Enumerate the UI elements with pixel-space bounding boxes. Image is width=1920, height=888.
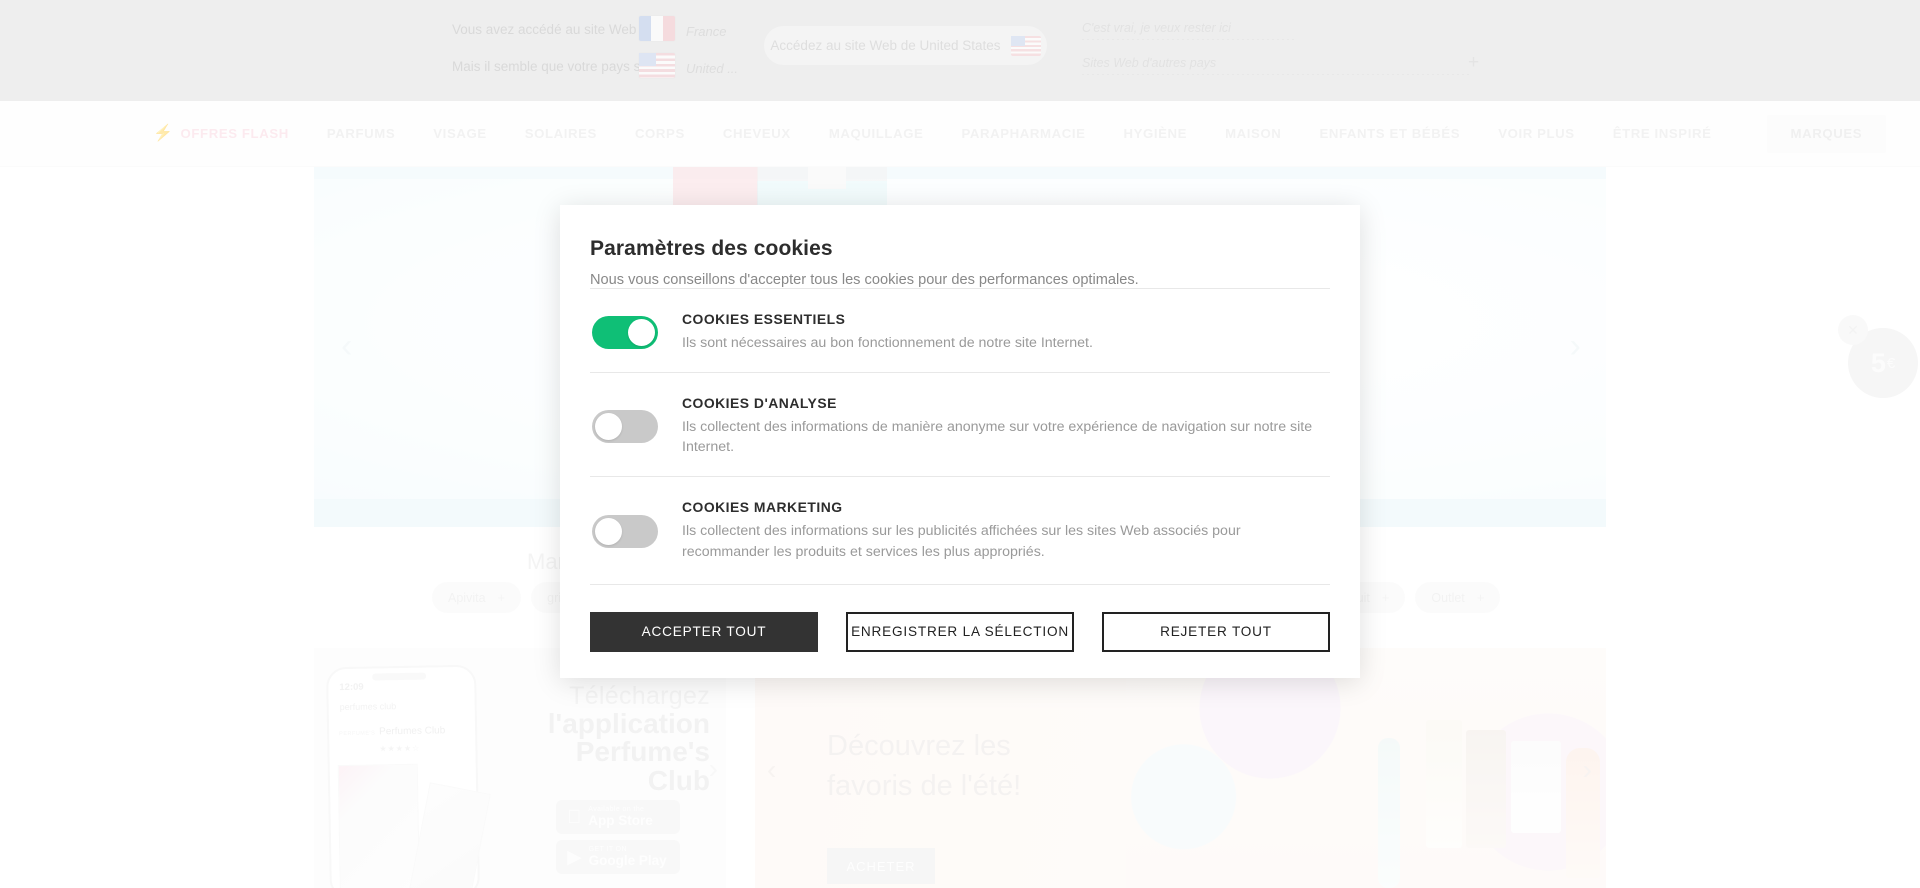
toggle-knob <box>595 517 622 545</box>
cookie-title-analytics: COOKIES D'ANALYSE <box>682 395 837 412</box>
toggle-cookies-essential[interactable] <box>592 316 658 350</box>
save-selection-button[interactable]: ENREGISTRER LA SÉLECTION <box>846 611 1074 652</box>
cookie-row-marketing: COOKIES MARKETING Ils collectent des inf… <box>590 476 1330 580</box>
accept-all-button[interactable]: ACCEPTER TOUT <box>590 611 818 652</box>
toggle-cookies-analytics[interactable] <box>592 410 658 444</box>
cookie-description-analytics: Ils collectent des informations de maniè… <box>682 419 1313 456</box>
cookie-description-essential: Ils sont nécessaires au bon fonctionneme… <box>682 335 1093 351</box>
cookie-description-marketing: Ils collectent des informations sur les … <box>682 523 1241 560</box>
cookie-row-essential: COOKIES ESSENTIELS Ils sont nécessaires … <box>590 288 1330 372</box>
toggle-knob <box>595 413 622 441</box>
reject-all-button[interactable]: REJETER TOUT <box>1102 611 1330 652</box>
page-root: Vous avez accédé au site Web de Mais il … <box>0 0 1920 888</box>
toggle-knob <box>628 319 655 347</box>
toggle-cookies-marketing[interactable] <box>592 514 658 548</box>
cookie-title-essential: COOKIES ESSENTIELS <box>682 311 846 327</box>
cookie-settings-modal: Paramètres des cookies Nous vous conseil… <box>560 205 1360 678</box>
modal-title: Paramètres des cookies <box>590 237 833 260</box>
modal-subtitle: Nous vous conseillons d'accepter tous le… <box>590 272 1139 288</box>
cookie-title-marketing: COOKIES MARKETING <box>682 499 843 516</box>
modal-button-row: ACCEPTER TOUT ENREGISTRER LA SÉLECTION R… <box>590 583 1330 652</box>
cookie-row-analytics: COOKIES D'ANALYSE Ils collectent des inf… <box>590 372 1330 476</box>
